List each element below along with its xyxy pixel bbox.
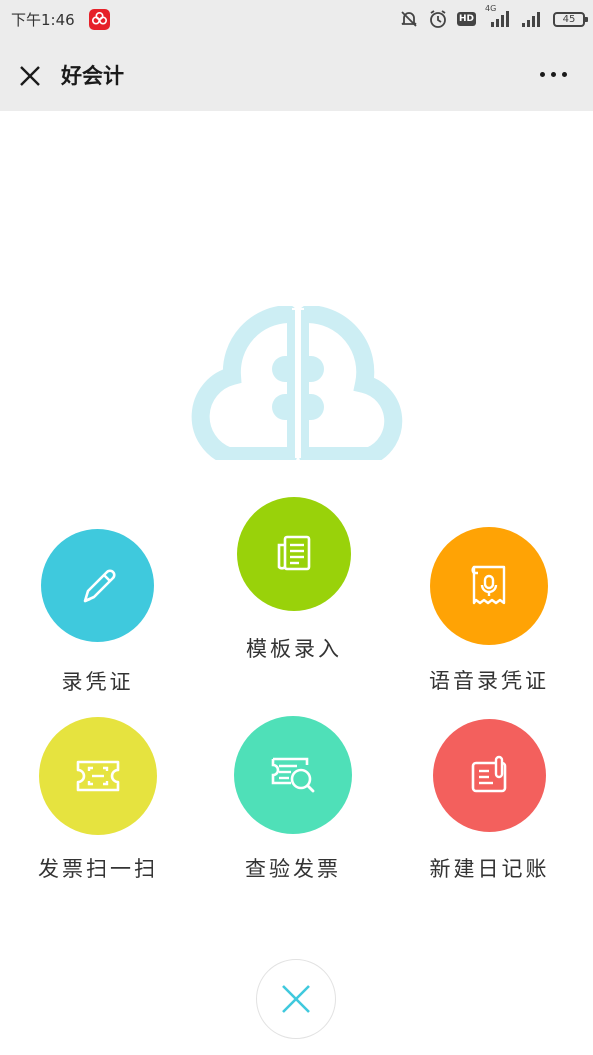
voice-voucher-button[interactable] [430, 527, 548, 645]
signal-4g-icon: 4G [485, 4, 511, 28]
record-voucher-button[interactable] [41, 529, 154, 642]
status-time: 下午1:46 [11, 11, 75, 29]
template-entry-button[interactable] [237, 497, 351, 611]
status-bar: 下午1:46 HD 4G 45 [0, 0, 593, 38]
mute-icon [399, 9, 419, 29]
signal-icon [520, 10, 544, 28]
action-scan-invoice[interactable]: 发票扫一扫 [38, 717, 157, 882]
verify-invoice-label: 查验发票 [245, 857, 341, 881]
action-verify-invoice[interactable]: 查验发票 [234, 716, 352, 881]
action-voice-voucher[interactable]: 语音录凭证 [429, 527, 548, 693]
more-icon[interactable] [540, 72, 567, 77]
action-record-voucher[interactable]: 录凭证 [41, 529, 154, 694]
brand-logo [184, 305, 408, 465]
action-new-journal[interactable]: 新建日记账 [430, 719, 547, 881]
close-icon[interactable] [16, 62, 44, 90]
scan-invoice-button[interactable] [39, 717, 157, 835]
hd-icon: HD [456, 12, 476, 26]
new-journal-button[interactable] [433, 719, 546, 832]
status-icons: HD 4G 45 [399, 4, 588, 30]
template-entry-label: 模板录入 [246, 637, 342, 661]
signal-label: 4G [485, 4, 497, 13]
new-journal-label: 新建日记账 [429, 857, 550, 881]
action-template-entry[interactable]: 模板录入 [237, 497, 351, 661]
verify-invoice-button[interactable] [234, 716, 352, 834]
record-voucher-label: 录凭证 [61, 670, 134, 694]
scan-invoice-label: 发票扫一扫 [38, 857, 158, 881]
alarm-icon [428, 9, 448, 29]
battery-icon: 45 [553, 11, 588, 27]
app-notification-icon [89, 9, 110, 30]
title-bar: 好会计 [0, 38, 593, 111]
close-menu-button[interactable] [256, 959, 336, 1039]
page-title: 好会计 [61, 64, 124, 88]
voice-voucher-label: 语音录凭证 [429, 669, 549, 693]
